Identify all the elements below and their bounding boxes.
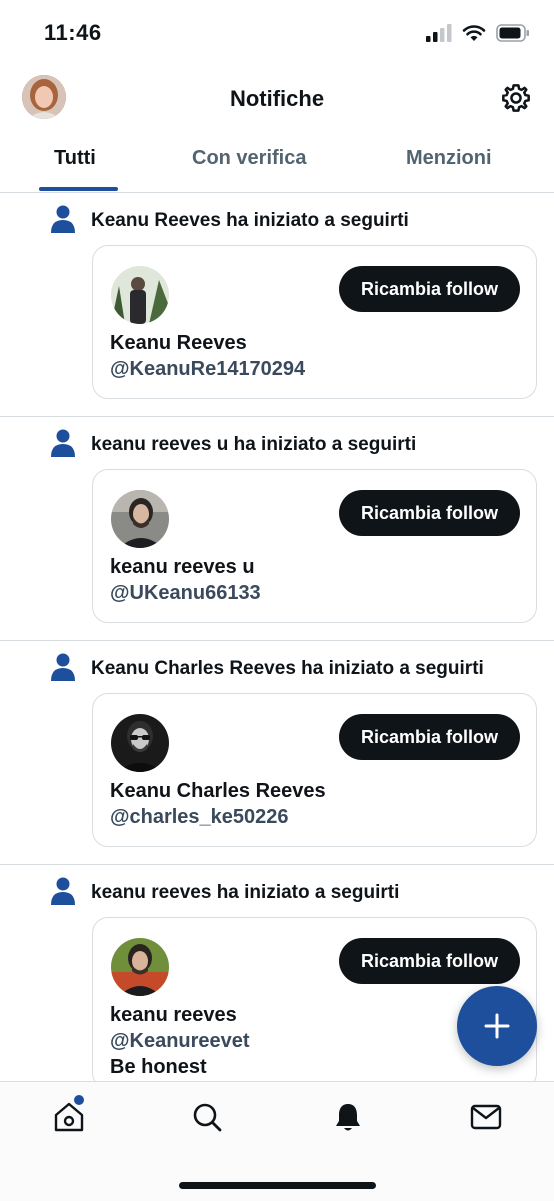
user-name[interactable]: Keanu Charles Reeves xyxy=(110,780,326,803)
person-icon xyxy=(51,429,75,457)
user-avatar[interactable] xyxy=(111,490,169,548)
notification-text: Keanu Reeves ha iniziato a seguirti xyxy=(91,210,409,231)
tab-bar: Tutti Con verifica Menzioni xyxy=(0,135,554,193)
notification-item[interactable]: keanu reeves u ha iniziato a seguirti Ri… xyxy=(0,417,554,641)
person-icon xyxy=(51,653,75,681)
person-icon xyxy=(51,877,75,905)
home-icon xyxy=(54,1102,84,1132)
user-card[interactable]: Ricambia follow Keanu Charles Reeves @ch… xyxy=(92,693,537,847)
status-time: 11:46 xyxy=(44,20,102,45)
user-avatar[interactable] xyxy=(111,714,169,772)
battery-icon xyxy=(496,24,529,42)
notification-text: keanu reeves ha iniziato a seguirti xyxy=(91,882,400,903)
user-handle[interactable]: @KeanuRe14170294 xyxy=(110,358,305,381)
nav-home[interactable] xyxy=(52,1095,86,1134)
header: Notifiche xyxy=(0,70,554,130)
user-handle[interactable]: @charles_ke50226 xyxy=(110,806,289,829)
search-icon xyxy=(193,1103,222,1132)
mail-icon xyxy=(470,1104,502,1130)
page-title: Notifiche xyxy=(229,86,325,111)
signal-icon xyxy=(426,24,452,42)
tab-con-verifica[interactable]: Con verifica xyxy=(192,147,306,170)
user-name[interactable]: keanu reeves u xyxy=(110,556,255,579)
home-indicator xyxy=(179,1182,376,1189)
nav-messages[interactable] xyxy=(469,1100,503,1134)
bell-icon xyxy=(336,1104,360,1131)
user-avatar[interactable] xyxy=(111,938,169,996)
active-tab-indicator xyxy=(39,187,118,191)
user-avatar[interactable] xyxy=(111,266,169,324)
notification-item[interactable]: Keanu Reeves ha iniziato a seguirti Rica… xyxy=(0,193,554,417)
nav-search[interactable] xyxy=(190,1100,224,1134)
user-name[interactable]: keanu reeves xyxy=(110,1004,237,1027)
gear-icon[interactable] xyxy=(500,82,532,114)
follow-back-button[interactable]: Ricambia follow xyxy=(338,266,520,312)
status-bar: 11:46 xyxy=(0,0,554,70)
user-handle[interactable]: @Keanureevet xyxy=(110,1030,250,1053)
person-icon xyxy=(51,205,75,233)
follow-back-button[interactable]: Ricambia follow xyxy=(338,938,520,984)
user-card[interactable]: Ricambia follow keanu reeves u @UKeanu66… xyxy=(92,469,537,623)
tab-menzioni[interactable]: Menzioni xyxy=(406,147,492,170)
follow-back-button[interactable]: Ricambia follow xyxy=(338,714,520,760)
notifications-feed[interactable]: Keanu Reeves ha iniziato a seguirti Rica… xyxy=(0,193,554,1081)
wifi-icon xyxy=(462,25,486,41)
home-notification-dot xyxy=(74,1095,84,1105)
notification-text: keanu reeves u ha iniziato a seguirti xyxy=(91,434,417,455)
bottom-nav xyxy=(0,1081,554,1201)
plus-icon xyxy=(484,1013,510,1039)
notification-text: Keanu Charles Reeves ha iniziato a segui… xyxy=(91,658,484,679)
follow-back-button[interactable]: Ricambia follow xyxy=(338,490,520,536)
user-bio: Be honest xyxy=(110,1056,207,1078)
status-icons xyxy=(426,24,530,42)
nav-notifications[interactable] xyxy=(331,1100,365,1134)
user-name[interactable]: Keanu Reeves xyxy=(110,332,247,355)
user-handle[interactable]: @UKeanu66133 xyxy=(110,582,261,605)
compose-button[interactable] xyxy=(457,986,537,1066)
user-card[interactable]: Ricambia follow Keanu Reeves @KeanuRe141… xyxy=(92,245,537,399)
tab-tutti[interactable]: Tutti xyxy=(54,147,96,170)
notification-item[interactable]: Keanu Charles Reeves ha iniziato a segui… xyxy=(0,641,554,865)
